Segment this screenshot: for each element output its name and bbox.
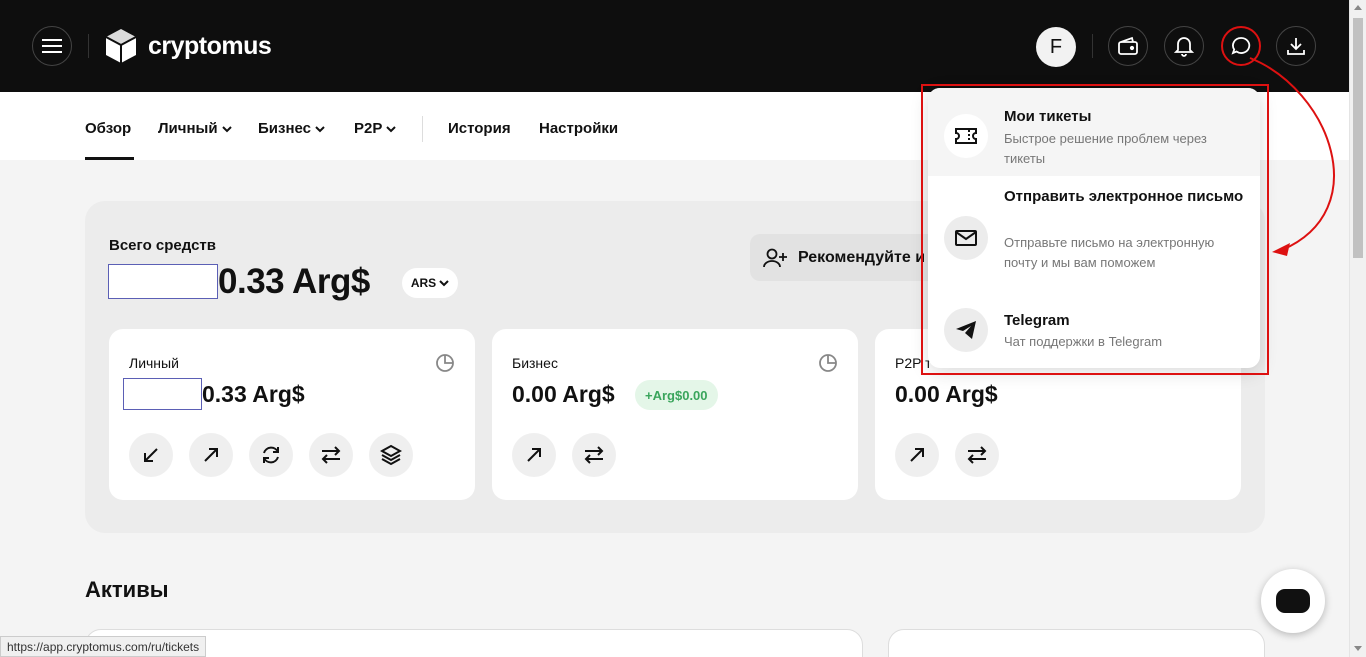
- mail-icon: [944, 216, 988, 260]
- download-icon: [1287, 38, 1305, 55]
- scroll-down-arrow[interactable]: [1354, 646, 1362, 651]
- transfer-button[interactable]: [309, 433, 353, 477]
- currency-selector[interactable]: ARS: [402, 268, 458, 298]
- chevron-down-icon: [439, 279, 449, 286]
- ticket-icon: [944, 114, 988, 158]
- staking-button[interactable]: [369, 433, 413, 477]
- chevron-down-icon: [315, 125, 325, 132]
- add-user-icon: [763, 248, 787, 267]
- menu-item-telegram[interactable]: Telegram Чат поддержки в Telegram: [928, 294, 1260, 368]
- bell-icon: [1174, 37, 1194, 57]
- scroll-up-arrow[interactable]: [1354, 5, 1362, 10]
- swap-arrows-icon: [967, 446, 987, 464]
- top-bar: cryptomus F: [0, 0, 1349, 92]
- arrow-up-right-icon: [910, 448, 924, 462]
- card-title: Личный: [129, 355, 179, 371]
- chevron-down-icon: [221, 125, 232, 132]
- transfer-button[interactable]: [955, 433, 999, 477]
- refresh-icon: [263, 446, 279, 464]
- telegram-icon: [944, 308, 988, 352]
- logo[interactable]: cryptomus: [104, 27, 272, 65]
- menu-item-my-tickets[interactable]: Мои тикеты Быстрое решение проблем через…: [928, 88, 1260, 176]
- redacted-box: [123, 378, 202, 410]
- asset-card-right[interactable]: [888, 629, 1265, 657]
- total-balance-amount: 0.33 Arg$: [218, 262, 370, 301]
- tab-label: Обзор: [85, 120, 132, 137]
- change-badge: +Arg$0.00: [635, 380, 718, 410]
- tab-business[interactable]: Бизнес: [258, 120, 326, 137]
- tab-label: История: [448, 120, 511, 137]
- swap-arrows-icon: [321, 446, 341, 464]
- swap-arrows-icon: [584, 446, 604, 464]
- page-scrollbar[interactable]: [1349, 0, 1366, 657]
- tab-label: Личный: [158, 120, 218, 137]
- notifications-button[interactable]: [1164, 26, 1204, 66]
- wallet-icon: [1118, 36, 1138, 55]
- card-amount: 0.00 Arg$: [895, 381, 998, 407]
- withdraw-button[interactable]: [895, 433, 939, 477]
- support-chat-button[interactable]: [1221, 26, 1261, 66]
- tab-history[interactable]: История: [448, 120, 511, 137]
- tab-personal[interactable]: Личный: [158, 120, 233, 137]
- menu-item-send-email[interactable]: Отправить электронное письмо Отправьте п…: [928, 176, 1260, 294]
- active-tab-indicator: [85, 157, 134, 160]
- withdraw-button[interactable]: [189, 433, 233, 477]
- status-bar-url: https://app.cryptomus.com/ru/tickets: [0, 636, 207, 657]
- currency-label: ARS: [410, 276, 437, 290]
- arrow-down-left-icon: [144, 448, 158, 462]
- menu-item-subtitle: Отправьте письмо на электронную почту и …: [1004, 235, 1215, 270]
- card-title: Бизнес: [512, 355, 558, 371]
- deposit-button[interactable]: [129, 433, 173, 477]
- cube-logo-icon: [105, 29, 137, 63]
- tab-label: Настройки: [539, 120, 619, 137]
- business-wallet-card[interactable]: Бизнес 0.00 Arg$ +Arg$0.00: [492, 329, 858, 500]
- wallet-button[interactable]: [1108, 26, 1148, 66]
- menu-item-title: Отправить электронное письмо: [1004, 188, 1244, 205]
- referral-button[interactable]: Рекомендуйте и: [750, 234, 940, 281]
- card-amount: 0.00 Arg$: [512, 381, 615, 407]
- personal-wallet-card[interactable]: Личный 0.33 Arg$: [109, 329, 475, 500]
- pie-chart-icon[interactable]: [435, 353, 455, 373]
- arrow-up-right-icon: [204, 448, 218, 462]
- menu-button[interactable]: [32, 26, 72, 66]
- referral-label: Рекомендуйте и: [798, 248, 926, 266]
- hamburger-icon: [42, 39, 62, 53]
- redacted-box: [108, 264, 218, 299]
- tab-overview[interactable]: Обзор: [85, 120, 131, 137]
- assets-title: Активы: [85, 577, 169, 602]
- chevron-down-icon: [386, 125, 397, 132]
- support-dropdown: Мои тикеты Быстрое решение проблем через…: [928, 88, 1260, 368]
- menu-item-title: Мои тикеты: [1004, 108, 1092, 125]
- logo-text: cryptomus: [148, 31, 272, 60]
- card-amount: 0.33 Arg$: [202, 381, 305, 407]
- tab-settings[interactable]: Настройки: [539, 120, 618, 137]
- scroll-thumb[interactable]: [1353, 18, 1363, 258]
- total-balance-label: Всего средств: [109, 237, 216, 254]
- transfer-button[interactable]: [572, 433, 616, 477]
- convert-button[interactable]: [249, 433, 293, 477]
- arrow-up-right-icon: [527, 448, 541, 462]
- tab-label: Бизнес: [258, 120, 312, 137]
- chat-icon: [1276, 589, 1310, 613]
- header-divider: [88, 34, 89, 58]
- support-chat-fab[interactable]: [1261, 569, 1325, 633]
- download-button[interactable]: [1276, 26, 1316, 66]
- menu-item-subtitle: Чат поддержки в Telegram: [1004, 334, 1163, 349]
- layers-icon: [380, 444, 402, 466]
- tab-p2p[interactable]: P2P: [354, 120, 397, 137]
- tab-label: P2P: [354, 120, 383, 137]
- menu-item-title: Telegram: [1004, 312, 1070, 329]
- nav-divider: [422, 116, 423, 142]
- chat-bubble-icon: [1231, 37, 1251, 55]
- menu-item-subtitle: Быстрое решение проблем через тикеты: [1004, 131, 1207, 166]
- header-divider-right: [1092, 34, 1093, 58]
- withdraw-button[interactable]: [512, 433, 556, 477]
- user-avatar[interactable]: F: [1036, 27, 1076, 67]
- card-title: P2P т: [895, 355, 932, 371]
- pie-chart-icon[interactable]: [818, 353, 838, 373]
